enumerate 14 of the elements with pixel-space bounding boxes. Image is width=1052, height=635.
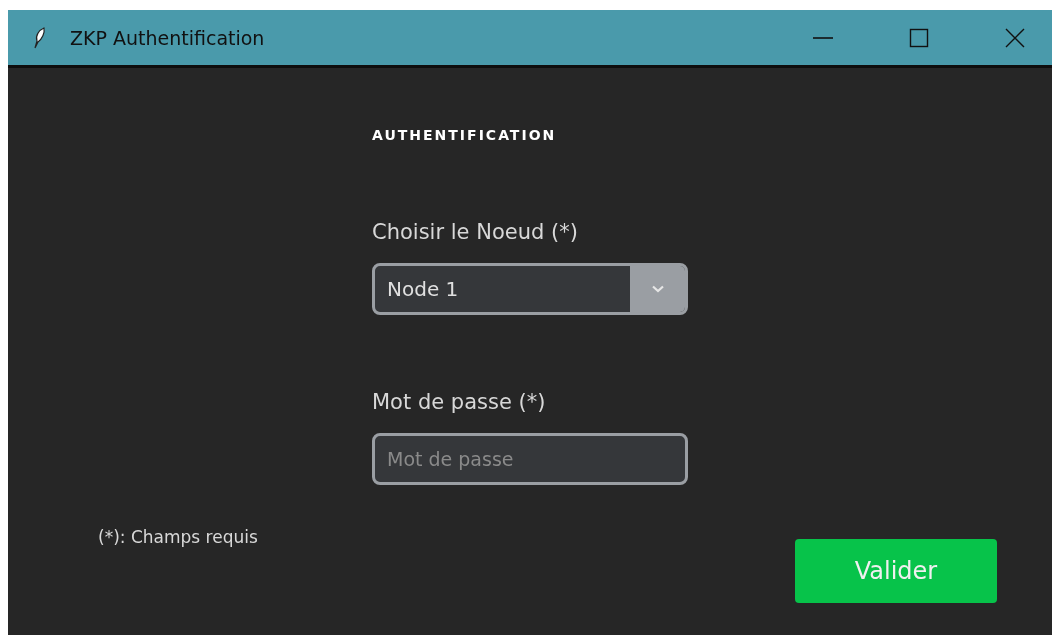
password-field[interactable]: Mot de passe bbox=[372, 433, 688, 485]
feather-icon bbox=[32, 26, 46, 49]
node-dropdown[interactable]: Node 1 bbox=[372, 263, 688, 315]
form-heading: AUTHENTIFICATION bbox=[372, 126, 557, 145]
field-label: Choisir le Noeud (*) bbox=[372, 219, 578, 246]
required-note: (*): Champs requis bbox=[98, 526, 258, 548]
minimize-icon bbox=[813, 36, 833, 39]
window-title: ZKP Authentification bbox=[70, 26, 265, 49]
maximize-button[interactable] bbox=[908, 26, 930, 49]
close-button[interactable] bbox=[1004, 26, 1026, 49]
maximize-icon bbox=[908, 26, 930, 49]
close-icon bbox=[1004, 26, 1026, 49]
chevron-down-icon bbox=[651, 285, 664, 293]
field-label: Mot de passe (*) bbox=[372, 389, 546, 416]
